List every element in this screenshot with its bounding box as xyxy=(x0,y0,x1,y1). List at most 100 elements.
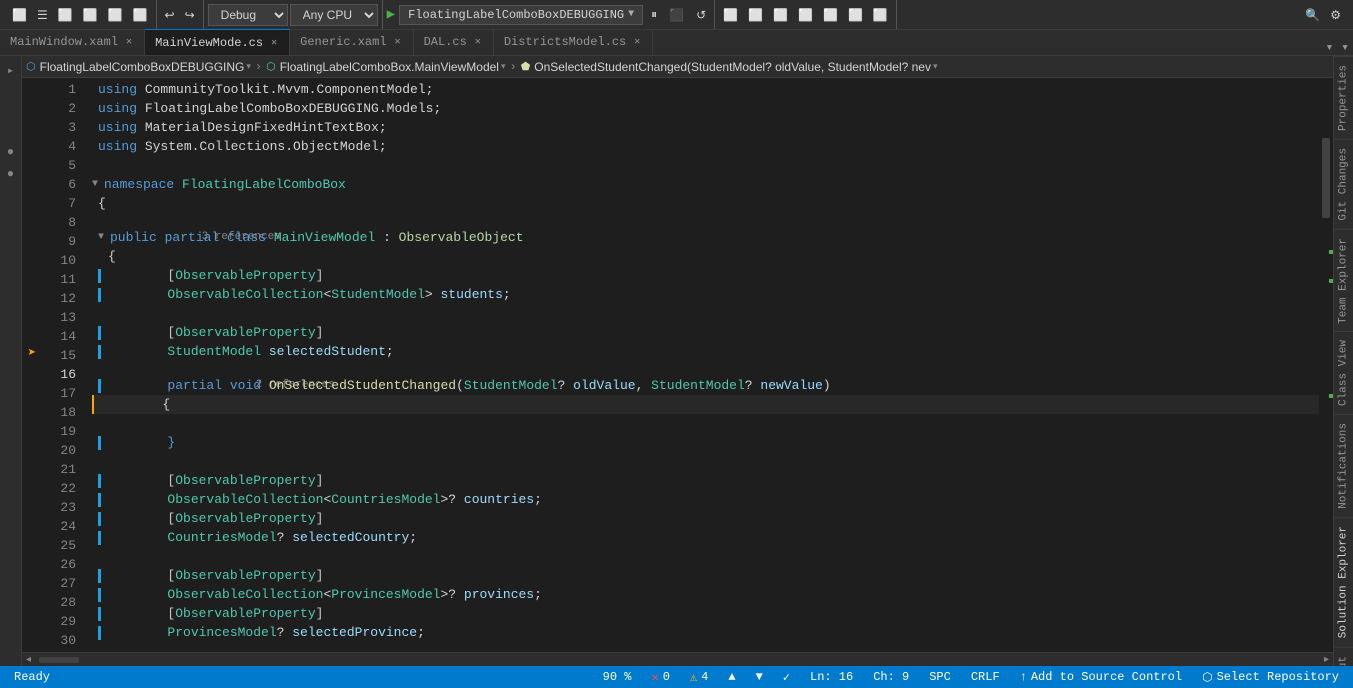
hscroll-thumb[interactable] xyxy=(39,657,79,663)
status-nav-up[interactable]: ▲ xyxy=(722,666,741,688)
cpu-dropdown[interactable]: Any CPU xyxy=(290,4,378,26)
project-dropdown[interactable]: FloatingLabelComboBoxDEBUGGING ▼ xyxy=(399,5,643,25)
select-repository-btn[interactable]: ⬡ Select Repository xyxy=(1196,666,1345,688)
tab-dal-cs[interactable]: DAL.cs ✕ xyxy=(414,29,494,55)
tab-close-dal[interactable]: ✕ xyxy=(473,35,483,49)
nav-dropdown-class[interactable]: FloatingLabelComboBox.MainViewModel ▾ xyxy=(280,60,506,74)
hscroll-track[interactable] xyxy=(39,657,1316,663)
source-up-icon: ↑ xyxy=(1020,670,1027,684)
panel-git-changes[interactable]: Git Changes xyxy=(1334,139,1353,229)
scrollbar-track[interactable] xyxy=(1319,78,1333,652)
line-num-21: 21 xyxy=(42,460,76,479)
tab-districts-model[interactable]: DistrictsModel.cs ✕ xyxy=(494,29,653,55)
code-line-4: using System.Collections.ObjectModel; xyxy=(92,137,1319,156)
status-nav-down[interactable]: ▼ xyxy=(750,666,769,688)
stop-button[interactable]: ⬛ xyxy=(665,6,688,24)
panel-notifications[interactable]: Notifications xyxy=(1334,414,1353,517)
toolbar-misc-btn4[interactable]: ⬜ xyxy=(794,6,817,24)
code-line-2: using FloatingLabelComboBoxDEBUGGING.Mod… xyxy=(92,99,1319,118)
toolbar-icon-btn6[interactable]: ⬜ xyxy=(129,6,152,24)
toolbar-misc-btn5[interactable]: ⬜ xyxy=(819,6,842,24)
line-num-4: 4 xyxy=(42,137,76,156)
panel-solution-explorer[interactable]: Solution Explorer xyxy=(1334,517,1353,646)
activity-icon-expand[interactable]: ▸ xyxy=(1,60,21,80)
activity-bar: ▸ ● ● xyxy=(0,56,22,666)
status-errors[interactable]: ✕ 0 xyxy=(645,666,675,688)
panel-properties[interactable]: Properties xyxy=(1334,56,1353,139)
toolbar-icon-btn2[interactable]: ☰ xyxy=(33,6,52,24)
tab-close-districts[interactable]: ✕ xyxy=(632,35,642,49)
tab-generic-xaml[interactable]: Generic.xaml ✕ xyxy=(290,29,413,55)
toolbar-misc-group: ⬜ ⬜ ⬜ ⬜ ⬜ ⬜ ⬜ xyxy=(715,0,897,29)
scrollbar-thumb[interactable] xyxy=(1322,138,1330,218)
panel-team-explorer[interactable]: Team Explorer xyxy=(1334,229,1353,332)
ready-text: Ready xyxy=(14,670,50,684)
restart-button[interactable]: ↺ xyxy=(692,6,710,24)
toolbar-settings-btn[interactable]: ⚙ xyxy=(1326,6,1345,24)
status-ready[interactable]: Ready xyxy=(8,666,56,688)
toolbar-misc-btn[interactable]: ⬜ xyxy=(719,6,742,24)
line-num-16: 16 xyxy=(42,365,76,384)
tab-close-active[interactable]: ✕ xyxy=(269,36,279,50)
debug-dropdown[interactable]: Debug xyxy=(208,4,288,26)
nav-dropdown-method[interactable]: OnSelectedStudentChanged(StudentModel? o… xyxy=(534,60,937,74)
panel-output[interactable]: Output xyxy=(1334,647,1353,666)
line-num-1: 1 xyxy=(42,80,76,99)
add-to-source-control-btn[interactable]: ↑ Add to Source Control xyxy=(1014,666,1188,688)
toolbar-icon-btn3[interactable]: ⬜ xyxy=(54,6,77,24)
nav-class-label: FloatingLabelComboBox.MainViewModel xyxy=(280,60,499,74)
toolbar-search-btn[interactable]: 🔍 xyxy=(1301,6,1324,24)
toolbar-icon-btn[interactable]: ⬜ xyxy=(8,6,31,24)
code-line-7: { xyxy=(92,194,1319,213)
blue-bar-15 xyxy=(98,379,101,393)
blue-bar-22 xyxy=(98,512,101,526)
toolbar-icon-btn4[interactable]: ⬜ xyxy=(79,6,102,24)
tab-mainviewmodel-cs[interactable]: MainViewMode.cs ✕ xyxy=(145,29,290,55)
activity-icon-dot[interactable]: ● xyxy=(1,142,21,162)
blue-bar-21 xyxy=(98,493,101,507)
tab-mainwindow-xaml[interactable]: MainWindow.xaml ✕ xyxy=(0,29,145,55)
code-line-19 xyxy=(92,452,1319,471)
status-ch[interactable]: Ch: 9 xyxy=(867,666,915,688)
status-ln[interactable]: Ln: 16 xyxy=(804,666,859,688)
redo-button[interactable]: ↪ xyxy=(181,6,199,24)
scroll-right-btn[interactable]: ▸ xyxy=(1320,654,1333,665)
scroll-left-btn[interactable]: ◂ xyxy=(22,654,35,665)
collapse-icon-ns[interactable]: ▼ xyxy=(92,175,102,194)
toolbar-misc-btn2[interactable]: ⬜ xyxy=(744,6,767,24)
warning-icon: ⚠ xyxy=(690,670,697,685)
collapse-icon-class[interactable]: ▼ xyxy=(98,228,108,247)
code-line-15-content: partial void OnSelectedStudentChanged(St… xyxy=(92,376,831,395)
line-num-3: 3 xyxy=(42,118,76,137)
blue-bar-14 xyxy=(98,345,101,359)
blue-bar-20 xyxy=(98,474,101,488)
toolbar-icon-btn5[interactable]: ⬜ xyxy=(104,6,127,24)
toolbar-file-group: ⬜ ☰ ⬜ ⬜ ⬜ ⬜ xyxy=(4,0,157,29)
undo-button[interactable]: ↩ xyxy=(161,6,179,24)
status-checkmark[interactable]: ✓ xyxy=(777,666,796,688)
tab-close-generic[interactable]: ✕ xyxy=(393,35,403,49)
status-warnings[interactable]: ⚠ 4 xyxy=(684,666,714,688)
line-num-18: 18 xyxy=(42,403,76,422)
tab-label: MainWindow.xaml xyxy=(10,35,118,49)
horizontal-scroll-bar[interactable]: ◂ ▸ xyxy=(22,652,1333,666)
tab-close[interactable]: ✕ xyxy=(124,35,134,49)
code-line-6: ▼ namespace FloatingLabelComboBox xyxy=(92,175,1319,194)
panel-class-view[interactable]: Class View xyxy=(1334,331,1353,414)
nav-dropdown-namespace[interactable]: FloatingLabelComboBoxDEBUGGING ▾ xyxy=(40,60,251,74)
toolbar-misc-btn7[interactable]: ⬜ xyxy=(869,6,892,24)
code-line-26: ObservableCollection<ProvincesModel>? pr… xyxy=(92,585,1319,604)
activity-icon-dot2[interactable]: ● xyxy=(1,164,21,184)
line-num-19: 19 xyxy=(42,422,76,441)
status-zoom[interactable]: 90 % xyxy=(597,666,638,688)
toolbar-misc-btn6[interactable]: ⬜ xyxy=(844,6,867,24)
code-content[interactable]: using CommunityToolkit.Mvvm.ComponentMod… xyxy=(84,78,1319,652)
status-crlf[interactable]: CRLF xyxy=(965,666,1006,688)
pause-button[interactable]: ⏸ xyxy=(647,5,661,24)
toolbar-misc-btn3[interactable]: ⬜ xyxy=(769,6,792,24)
status-spc[interactable]: SPC xyxy=(923,666,957,688)
line-num-2: 2 xyxy=(42,99,76,118)
add-to-source-text: Add to Source Control xyxy=(1031,670,1182,684)
project-dropdown-arrow: ▼ xyxy=(628,9,634,20)
tabs-overflow-btn[interactable]: ▾ ▾ xyxy=(1322,40,1353,55)
